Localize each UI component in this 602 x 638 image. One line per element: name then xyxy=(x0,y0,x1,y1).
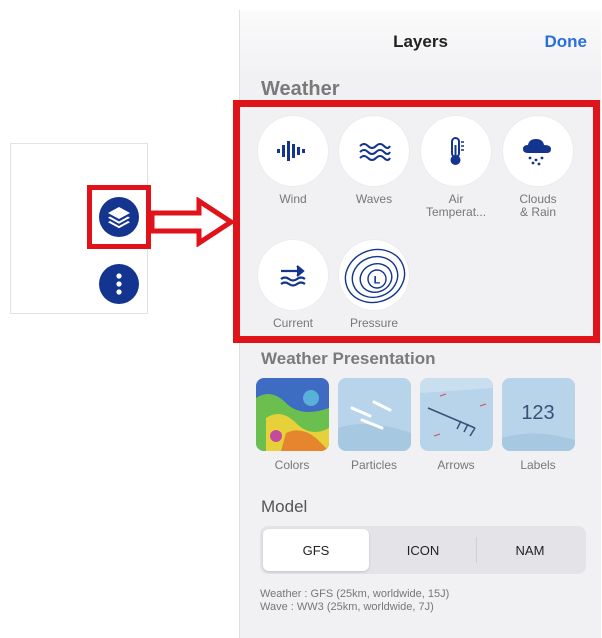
labels-label: Labels xyxy=(520,458,556,472)
model-info-wave: Wave : WW3 (25km, worldwide, 7J) xyxy=(260,601,434,613)
sheet-header: Layers Done xyxy=(240,10,601,72)
model-option-gfs[interactable]: GFS xyxy=(263,529,369,571)
presentation-item-colors[interactable]: Colors xyxy=(252,378,332,472)
model-segmented-control: GFS ICON NAM xyxy=(260,526,586,574)
model-info: Weather : GFS (25km, worldwide, 15J) Wav… xyxy=(260,588,449,614)
labels-thumb-text: 123 xyxy=(521,402,555,424)
model-option-icon[interactable]: ICON xyxy=(370,529,476,571)
labels-thumbnail: 123 xyxy=(501,378,575,451)
model-option-nam[interactable]: NAM xyxy=(477,529,583,571)
weather-section-title: Weather xyxy=(261,78,340,100)
arrow-right-icon xyxy=(149,197,235,247)
layers-button-highlight xyxy=(87,185,151,249)
map-toolbar-panel xyxy=(10,143,151,314)
done-button[interactable]: Done xyxy=(545,32,588,52)
model-section-title: Model xyxy=(261,497,308,516)
presentation-item-labels[interactable]: 123 Labels xyxy=(498,378,578,472)
particles-thumbnail xyxy=(337,378,411,451)
presentation-section-title: Weather Presentation xyxy=(261,349,436,368)
more-vertical-icon xyxy=(116,273,122,295)
more-options-button[interactable] xyxy=(99,264,139,304)
arrows-label: Arrows xyxy=(437,458,475,472)
model-info-weather: Weather : GFS (25km, worldwide, 15J) xyxy=(260,588,450,600)
weather-items-highlight xyxy=(233,100,600,343)
presentation-item-arrows[interactable]: Arrows xyxy=(416,378,496,472)
presentation-item-particles[interactable]: Particles xyxy=(334,378,414,472)
arrows-thumbnail xyxy=(419,378,493,451)
colors-label: Colors xyxy=(274,458,310,472)
colors-thumbnail xyxy=(255,378,329,451)
particles-label: Particles xyxy=(350,458,397,472)
